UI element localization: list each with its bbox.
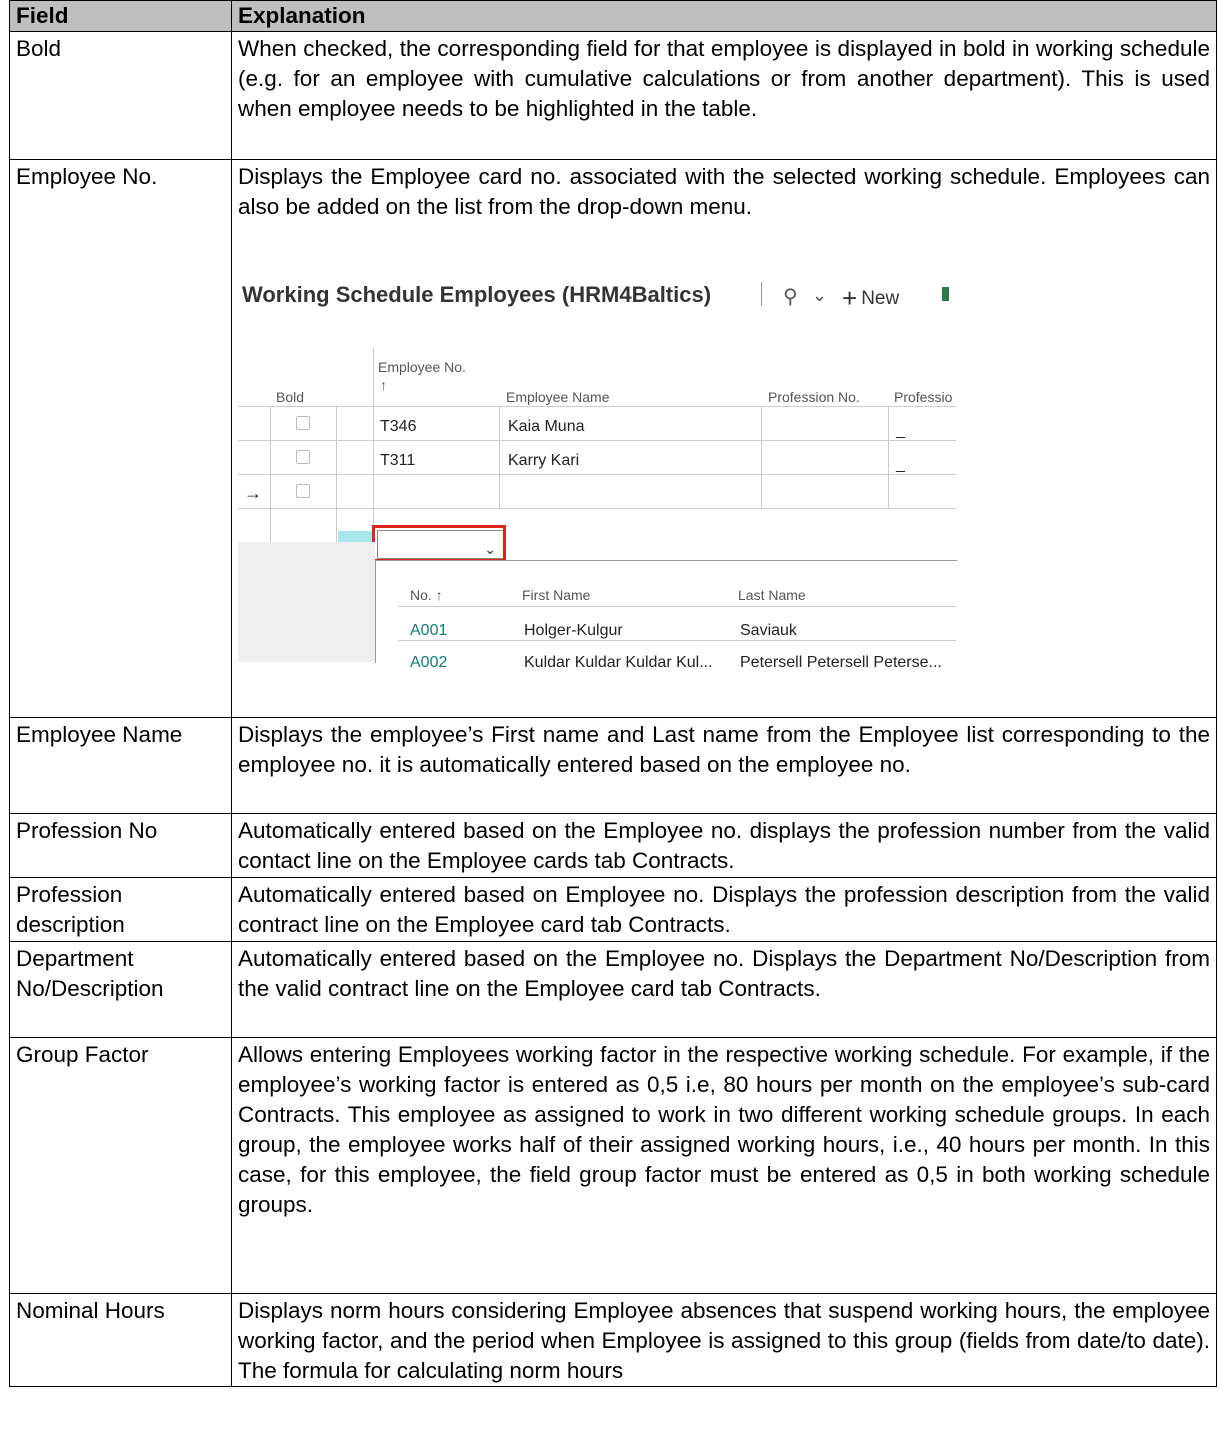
row-arrow-icon: → <box>244 483 262 503</box>
grid-line <box>336 406 337 542</box>
column-header-bold[interactable]: Bold <box>276 382 304 412</box>
embedded-screenshot: Working Schedule Employees (HRM4Baltics)… <box>238 222 957 671</box>
bold-checkbox[interactable] <box>296 450 310 464</box>
grid-line <box>238 474 956 475</box>
profession-cell: _ <box>896 456 905 473</box>
new-label: New <box>861 288 900 309</box>
profession-cell: _ <box>896 422 905 439</box>
explanation-cell: Displays the Employee card no. associate… <box>231 159 1217 718</box>
column-header-profession[interactable]: Professio <box>894 382 952 412</box>
column-header-profession-no[interactable]: Profession No. <box>768 382 860 412</box>
grid-background <box>238 542 375 662</box>
search-icon[interactable]: ⚲ <box>783 282 798 312</box>
table-row: Profession description Automatically ent… <box>9 877 1217 942</box>
table-row: Nominal Hours Displays norm hours consid… <box>9 1293 1217 1387</box>
table-row: Employee Name Displays the employee’s Fi… <box>9 717 1217 814</box>
document-table: Field Explanation Bold When checked, the… <box>9 0 1217 1387</box>
explanation-cell: Displays the employee’s First name and L… <box>231 717 1217 814</box>
header-field: Field <box>9 0 232 32</box>
employee-name-cell: Karry Kari <box>508 452 580 469</box>
header-explanation: Explanation <box>231 0 1217 32</box>
employee-name-cell: Kaia Muna <box>508 418 585 435</box>
grid-line <box>238 508 956 509</box>
field-cell: Nominal Hours <box>9 1293 232 1387</box>
explanation-cell: Allows entering Employees working factor… <box>231 1037 1217 1294</box>
divider <box>761 282 762 306</box>
explanation-cell: When checked, the corresponding field fo… <box>231 31 1217 160</box>
chevron-down-icon[interactable]: ⌄ <box>812 280 827 310</box>
table-row: Bold When checked, the corresponding fie… <box>9 31 1217 160</box>
highlight-box <box>372 525 506 562</box>
sort-arrow-icon: ↑ <box>380 377 387 393</box>
plus-icon: + <box>842 283 858 313</box>
field-cell: Employee Name <box>9 717 232 814</box>
grid-line <box>270 406 271 542</box>
explanation-text: Displays the Employee card no. associate… <box>238 164 1210 219</box>
bold-checkbox[interactable] <box>296 484 310 498</box>
column-header-employee-name[interactable]: Employee Name <box>506 382 610 412</box>
grid-line <box>761 406 762 508</box>
grid-line <box>398 606 956 607</box>
table-row: Profession No Automatically entered base… <box>9 813 1217 878</box>
field-cell: Profession No <box>9 813 232 878</box>
page-title: Working Schedule Employees (HRM4Baltics) <box>242 282 712 307</box>
table-row: Department No/Description Automatically … <box>9 941 1217 1038</box>
explanation-cell: Displays norm hours considering Employee… <box>231 1293 1217 1387</box>
table-row: Group Factor Allows entering Employees w… <box>9 1037 1217 1294</box>
grid-line <box>238 440 956 441</box>
grid-line <box>238 406 956 407</box>
popup-item-no[interactable]: A002 <box>410 648 447 678</box>
grid-line <box>398 640 956 641</box>
explanation-cell: Automatically entered based on the Emplo… <box>231 813 1217 878</box>
popup-item-last-name[interactable]: Saviauk <box>740 616 797 646</box>
new-button[interactable]: + New <box>842 280 899 314</box>
field-cell: Department No/Description <box>9 941 232 1038</box>
popup-item-first-name[interactable]: Kuldar Kuldar Kuldar Kul... <box>524 648 713 678</box>
popup-item-last-name[interactable]: Petersell Petersell Peterse... <box>740 648 942 678</box>
bold-checkbox[interactable] <box>296 416 310 430</box>
employee-no-cell[interactable]: T346 <box>380 412 416 442</box>
column-header-employee-no[interactable]: Employee No. <box>378 352 466 382</box>
grid-line <box>888 406 889 508</box>
table-row: Employee No. Displays the Employee card … <box>9 159 1217 718</box>
field-cell: Group Factor <box>9 1037 232 1294</box>
grid-line <box>499 406 500 508</box>
popup-item-first-name[interactable]: Holger-Kulgur <box>524 616 623 646</box>
explanation-cell: Automatically entered based on Employee … <box>231 877 1217 942</box>
employee-no-cell[interactable]: T311 <box>380 446 415 476</box>
excel-icon[interactable] <box>942 287 949 301</box>
popup-item-no[interactable]: A001 <box>410 616 447 646</box>
grid-line <box>373 348 374 542</box>
explanation-cell: Automatically entered based on the Emplo… <box>231 941 1217 1038</box>
table-header-row: Field Explanation <box>9 0 1217 32</box>
field-cell: Bold <box>9 31 232 160</box>
field-cell: Profession description <box>9 877 232 942</box>
field-cell: Employee No. <box>9 159 232 718</box>
